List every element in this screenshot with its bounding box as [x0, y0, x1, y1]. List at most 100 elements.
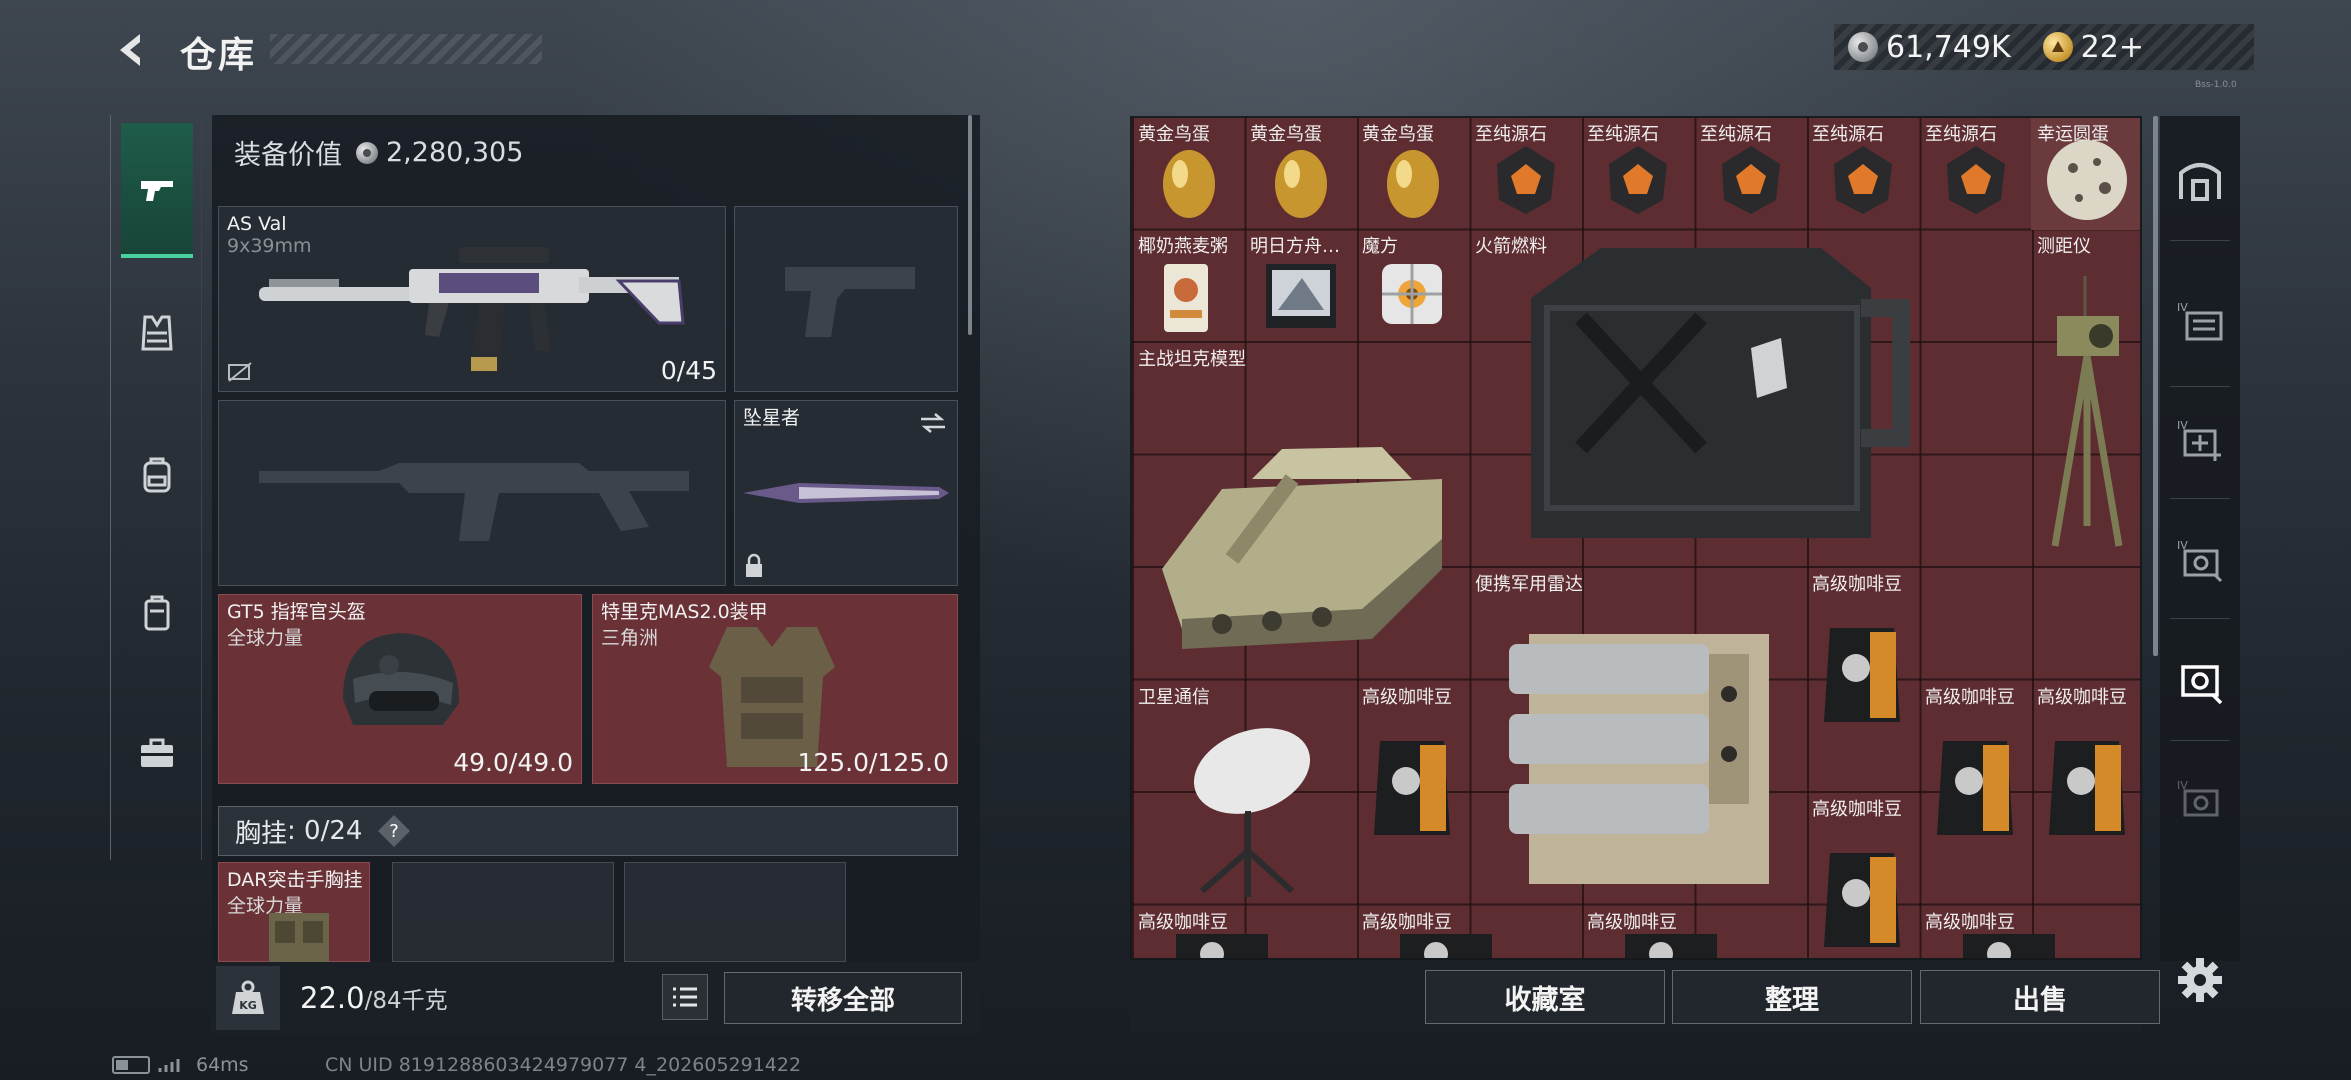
storage-item[interactable]: 至纯源石: [1581, 118, 1693, 230]
list-view-button[interactable]: [662, 974, 708, 1020]
storage-item-large[interactable]: 火箭燃料: [1469, 230, 1918, 568]
silver-coin-icon: [1848, 32, 1878, 62]
back-arrow-icon[interactable]: [110, 28, 154, 72]
armor-slot[interactable]: 特里克MAS2.0装甲 三角洲 125.0/125.0: [592, 594, 958, 784]
source-stone-icon: [1834, 146, 1892, 214]
chest-rig-pocket-slot[interactable]: [392, 862, 614, 962]
page-title: 仓库: [180, 35, 257, 76]
swap-icon[interactable]: [919, 411, 947, 435]
svg-text:KG: KG: [239, 999, 257, 1012]
storage-item-large[interactable]: 便携军用雷达: [1469, 568, 1806, 906]
sell-button[interactable]: 出售: [1920, 970, 2160, 1024]
signal-icon: [158, 1059, 180, 1072]
storage-item[interactable]: 高级咖啡豆: [1356, 906, 1581, 958]
carry-weight-max: /84千克: [364, 988, 448, 1014]
storage-item[interactable]: 至纯源石: [1694, 118, 1806, 230]
storage-item[interactable]: 高级咖啡豆: [1581, 906, 1806, 958]
rail-chest-rig-tab[interactable]: [121, 265, 193, 400]
equipment-value-label: 装备价值: [234, 140, 342, 171]
pistol-slot[interactable]: [734, 206, 958, 392]
coffee-bag-icon: [1176, 934, 1268, 958]
toolbox-icon: [141, 738, 173, 767]
storage-item[interactable]: 高级咖啡豆: [1919, 681, 2031, 906]
storage-page-tab[interactable]: IV: [2168, 528, 2232, 592]
coffee-bag-icon: [1824, 628, 1900, 722]
storage-item[interactable]: 高级咖啡豆: [1806, 568, 1918, 793]
storage-item[interactable]: 黄金鸟蛋: [1244, 118, 1356, 230]
storage-item[interactable]: [2031, 568, 2140, 680]
rail-container-tab[interactable]: [121, 545, 193, 680]
source-stone-icon: [1947, 146, 2005, 214]
storage-scrollbar[interactable]: [2153, 116, 2158, 656]
medical-box-icon: IV: [2177, 419, 2221, 461]
coffee-bag-icon: [1937, 741, 2013, 835]
satellite-dish-icon: [1193, 728, 1311, 897]
storage-item[interactable]: 黄金鸟蛋: [1356, 118, 1468, 230]
gold-currency-amount: 22+: [2080, 29, 2144, 65]
gold-coin-icon: [2042, 32, 2073, 62]
storage-item[interactable]: 椰奶燕麦粥: [1132, 230, 1244, 342]
version-tag: Bss-1.0.0: [2195, 80, 2237, 90]
equipment-scrollbar[interactable]: [968, 115, 972, 335]
storage-page-tab[interactable]: IV: [2168, 290, 2232, 354]
storage-item[interactable]: 明日方舟…: [1244, 230, 1356, 342]
rail-weapons-tab[interactable]: [121, 123, 193, 258]
coffee-bag-icon: [2049, 741, 2125, 835]
rifle-silhouette-icon: [259, 463, 689, 541]
storage-item[interactable]: 魔方: [1356, 230, 1468, 342]
storage-page-tab-active[interactable]: [2168, 648, 2232, 712]
storage-item[interactable]: 高级咖啡豆: [2031, 681, 2140, 906]
chest-rig-pocket-slot[interactable]: [624, 862, 846, 962]
warehouse-icon: [2179, 163, 2221, 201]
storage-home-tab[interactable]: [2168, 148, 2232, 212]
storage-item-large[interactable]: 测距仪: [2031, 230, 2140, 568]
collection-room-button[interactable]: 收藏室: [1425, 970, 1665, 1024]
storage-item-large[interactable]: 主战坦克模型: [1132, 343, 1469, 681]
storage-grid[interactable]: 黄金鸟蛋 黄金鸟蛋 黄金鸟蛋 至纯源石 至纯源石 至纯源石 至纯源石 至纯源石 …: [1132, 118, 2140, 958]
ping-readout: 64ms: [196, 1054, 249, 1076]
storage-item[interactable]: 至纯源石: [1469, 118, 1581, 230]
storage-item[interactable]: 高级咖啡豆: [1132, 906, 1356, 958]
case-icon: [144, 595, 170, 630]
rangefinder-icon: [2051, 276, 2123, 547]
status-bar: 64ms: [112, 1054, 249, 1076]
rail-backpack-tab[interactable]: [121, 407, 193, 542]
equipment-value-amount: 2,280,305: [386, 137, 524, 168]
golden-egg-icon: [1275, 150, 1327, 218]
vest-icon: [141, 315, 173, 350]
chest-rig-slot[interactable]: DAR突击手胸挂 全球力量: [218, 862, 370, 963]
melee-name: 坠星者: [743, 407, 801, 429]
no-attachment-icon: [228, 362, 252, 382]
storage-item-large[interactable]: 卫星通信: [1132, 681, 1356, 906]
currency-bar[interactable]: 61,749K 22+: [1834, 24, 2254, 70]
sort-button[interactable]: 整理: [1672, 970, 1912, 1024]
help-icon[interactable]: ?: [376, 813, 412, 849]
melee-slot[interactable]: 坠星者: [734, 400, 958, 586]
helmet-faction: 全球力量: [227, 627, 304, 649]
storage-item[interactable]: 至纯源石: [1919, 118, 2031, 230]
storage-item[interactable]: 黄金鸟蛋: [1132, 118, 1244, 230]
storage-page-tab[interactable]: IV: [2168, 768, 2232, 832]
oat-porridge-icon: [1164, 264, 1208, 332]
primary-weapon-slot[interactable]: AS Val 9x39mm 0/45: [218, 206, 726, 392]
fuel-can-icon: [1531, 248, 1910, 538]
gear-icon[interactable]: [2172, 952, 2228, 1008]
storage-item[interactable]: 高级咖啡豆: [1356, 681, 1469, 906]
secondary-weapon-slot[interactable]: [218, 400, 726, 586]
storage-item[interactable]: 高级咖啡豆: [1919, 906, 2140, 958]
rail-toolbox-tab[interactable]: [121, 685, 193, 820]
storage-item[interactable]: 幸运圆蛋: [2031, 118, 2140, 230]
transfer-all-button[interactable]: 转移全部: [724, 972, 962, 1024]
tank-model-icon: [1162, 447, 1442, 649]
storage-item[interactable]: 至纯源石: [1806, 118, 1918, 230]
title-stripe: [270, 34, 542, 64]
coffee-bag-icon: [1963, 934, 2055, 958]
silver-coin-icon: [356, 141, 378, 164]
storage-item[interactable]: 高级咖啡豆: [1806, 793, 1918, 958]
equipment-value: 装备价值 2,280,305: [234, 133, 523, 172]
chest-rig-header: 胸挂 : 0/24 ?: [218, 806, 958, 856]
battery-icon: [112, 1056, 150, 1074]
helmet-slot[interactable]: GT5 指挥官头盔 全球力量 49.0/49.0: [218, 594, 582, 784]
storage-page-tab[interactable]: IV: [2168, 408, 2232, 472]
source-stone-icon: [1609, 146, 1667, 214]
